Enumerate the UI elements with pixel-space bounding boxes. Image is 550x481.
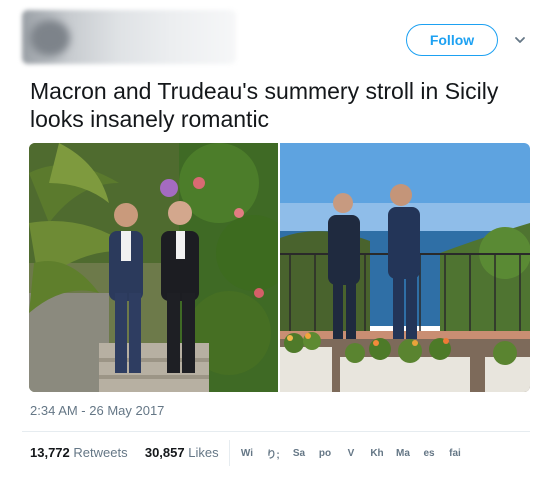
liker-avatar[interactable]: fai bbox=[442, 442, 468, 464]
tweet-timestamp[interactable]: 2:34 AM - 26 May 2017 bbox=[30, 403, 164, 418]
liker-avatar[interactable]: Sa bbox=[286, 442, 312, 464]
likers-list: Wi り; Sa po V Kh Mа es fai bbox=[229, 440, 468, 466]
divider bbox=[22, 431, 530, 432]
liker-avatar[interactable]: V bbox=[338, 442, 364, 464]
likes-count: 30,857 bbox=[144, 445, 185, 460]
liker-avatar[interactable]: po bbox=[312, 442, 338, 464]
liker-avatar[interactable]: es bbox=[416, 442, 442, 464]
liker-avatar[interactable]: り; bbox=[260, 442, 286, 464]
liker-avatar[interactable]: Wi bbox=[234, 442, 260, 464]
retweets-count: 13,772 bbox=[30, 445, 70, 460]
follow-button[interactable]: Follow bbox=[406, 24, 498, 56]
liker-avatar[interactable]: Kh bbox=[364, 442, 390, 464]
chevron-down-icon[interactable] bbox=[513, 33, 527, 47]
tweet-media[interactable] bbox=[29, 143, 530, 392]
retweets-stat[interactable]: 13,772 Retweets bbox=[30, 445, 131, 460]
avatar[interactable] bbox=[30, 20, 70, 56]
retweets-label: Retweets bbox=[73, 445, 128, 460]
tweet-stats: 13,772 Retweets 30,857 Likes bbox=[30, 445, 219, 460]
tweet-text: Macron and Trudeau's summery stroll in S… bbox=[30, 78, 499, 132]
photo-garden-path[interactable] bbox=[29, 143, 278, 392]
liker-avatar[interactable]: Mа bbox=[390, 442, 416, 464]
photo-terrace-sea[interactable] bbox=[280, 143, 530, 392]
likes-label: Likes bbox=[188, 445, 219, 460]
likes-stat[interactable]: 30,857 Likes bbox=[145, 445, 219, 460]
